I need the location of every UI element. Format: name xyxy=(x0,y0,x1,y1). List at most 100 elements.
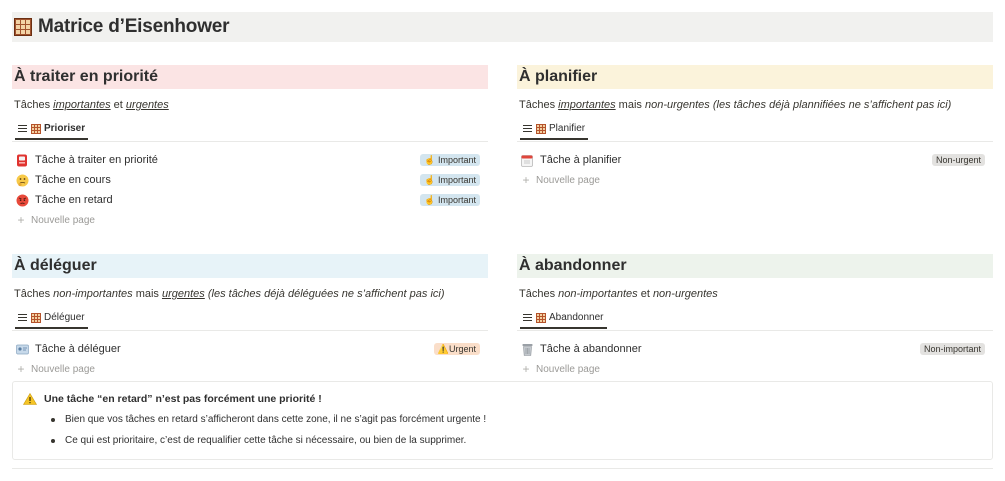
section-heading[interactable]: À abandonner xyxy=(519,257,627,275)
section-prioriser: À traiter en priorité Tâches importantes… xyxy=(12,65,488,230)
section-deleguer: À déléguer Tâches non-importantes mais u… xyxy=(12,254,488,379)
task-name: Tâche en retard xyxy=(35,194,113,206)
new-page-button[interactable]: + Nouvelle page xyxy=(517,359,993,379)
list-icon xyxy=(18,313,27,322)
desc-emphasis: urgentes xyxy=(125,99,169,111)
importance-badge: ☝ Important xyxy=(420,194,480,206)
thinking-face-icon xyxy=(15,173,29,187)
task-name: Tâche à abandonner xyxy=(540,343,642,355)
section-heading-bar: À traiter en priorité xyxy=(12,65,488,89)
tab-label: Planifier xyxy=(549,123,586,134)
desc-text: Tâches xyxy=(519,99,559,111)
section-description: Tâches non-importantes mais urgentes (le… xyxy=(12,288,488,302)
pager-icon xyxy=(15,153,29,167)
view-tabs: Déléguer xyxy=(12,308,488,331)
warning-callout: Une tâche “en retard” n’est pas forcémen… xyxy=(12,381,993,460)
plus-icon: + xyxy=(17,362,25,376)
section-heading-bar: À planifier xyxy=(517,65,993,89)
new-page-label: Nouvelle page xyxy=(536,174,600,186)
urgency-badge: ⚠️Urgent xyxy=(433,343,480,355)
tab-prioriser[interactable]: Prioriser xyxy=(15,119,89,140)
task-list: Tâche à déléguer ⚠️Urgent + Nouvelle pag… xyxy=(12,339,488,379)
desc-text: et xyxy=(637,288,653,300)
desc-emphasis: urgentes xyxy=(161,288,205,300)
list-item[interactable]: Tâche à traiter en priorité ☝ Important xyxy=(12,150,488,170)
desc-text: mais xyxy=(132,288,162,300)
desc-emphasis: (les tâches déjà déléguées ne s’affichen… xyxy=(204,288,445,300)
callout-bullet: Bien que vos tâches en retard s’afficher… xyxy=(51,414,486,425)
section-abandonner: À abandonner Tâches non-importantes et n… xyxy=(517,254,993,379)
tab-label: Prioriser xyxy=(44,123,86,134)
task-name: Tâche à planifier xyxy=(540,154,622,166)
view-tabs: Abandonner xyxy=(517,308,993,331)
plus-icon: + xyxy=(522,173,530,187)
new-page-button[interactable]: + Nouvelle page xyxy=(12,210,488,230)
importance-badge: Non-important xyxy=(919,343,985,355)
desc-emphasis: importantes xyxy=(558,99,616,111)
abacus-icon[interactable] xyxy=(14,18,32,36)
abacus-icon xyxy=(536,123,546,134)
divider xyxy=(12,468,993,469)
importance-badge: ☝ Important xyxy=(420,174,480,186)
id-card-icon xyxy=(15,342,29,356)
warning-icon xyxy=(23,393,37,405)
list-item[interactable]: Tâche en retard ☝ Important xyxy=(12,190,488,210)
new-page-label: Nouvelle page xyxy=(536,363,600,375)
desc-text: et xyxy=(110,99,126,111)
desc-emphasis: non-urgentes (les tâches déjà plannifiée… xyxy=(644,99,952,111)
plus-icon: + xyxy=(17,213,25,227)
desc-emphasis: importantes xyxy=(53,99,111,111)
section-description: Tâches non-importantes et non-urgentes xyxy=(517,288,993,302)
tab-deleguer[interactable]: Déléguer xyxy=(15,308,88,329)
section-heading[interactable]: À déléguer xyxy=(14,257,97,275)
new-page-button[interactable]: + Nouvelle page xyxy=(12,359,488,379)
task-list: Tâche à traiter en priorité ☝ Important … xyxy=(12,150,488,230)
angry-face-icon xyxy=(15,193,29,207)
list-item[interactable]: Tâche à planifier Non-urgent xyxy=(517,150,993,170)
new-page-button[interactable]: + Nouvelle page xyxy=(517,170,993,190)
abacus-icon xyxy=(31,312,41,323)
section-description: Tâches importantes et urgentes xyxy=(12,99,488,113)
view-tabs: Planifier xyxy=(517,119,993,142)
task-list: Tâche à planifier Non-urgent + Nouvelle … xyxy=(517,150,993,190)
section-heading[interactable]: À planifier xyxy=(519,68,597,86)
list-icon xyxy=(523,124,532,133)
importance-badge: ☝ Important xyxy=(420,154,480,166)
desc-emphasis: non-importantes xyxy=(558,288,638,300)
trash-can-icon xyxy=(520,342,534,356)
urgency-badge: Non-urgent xyxy=(931,154,985,166)
abacus-icon xyxy=(536,312,546,323)
desc-emphasis: non-urgentes xyxy=(652,288,718,300)
list-icon xyxy=(523,313,532,322)
page-title[interactable]: Matrice d’Eisenhower xyxy=(38,16,230,38)
tab-label: Déléguer xyxy=(44,312,85,323)
desc-text: Tâches xyxy=(519,288,559,300)
tab-label: Abandonner xyxy=(549,312,604,323)
section-heading-bar: À abandonner xyxy=(517,254,993,278)
page-title-bar: Matrice d’Eisenhower xyxy=(12,12,993,42)
calendar-icon xyxy=(520,153,534,167)
list-item[interactable]: Tâche à déléguer ⚠️Urgent xyxy=(12,339,488,359)
abacus-icon xyxy=(31,123,41,134)
plus-icon: + xyxy=(522,362,530,376)
tab-abandonner[interactable]: Abandonner xyxy=(520,308,607,329)
new-page-label: Nouvelle page xyxy=(31,214,95,226)
desc-text: mais xyxy=(615,99,645,111)
tab-planifier[interactable]: Planifier xyxy=(520,119,589,140)
desc-text: Tâches xyxy=(14,99,54,111)
bullet-text: Bien que vos tâches en retard s’afficher… xyxy=(65,414,487,425)
task-name: Tâche à traiter en priorité xyxy=(35,154,158,166)
list-icon xyxy=(18,124,27,133)
callout-title: Une tâche “en retard” n’est pas forcémen… xyxy=(23,393,322,405)
task-name: Tâche en cours xyxy=(35,174,111,186)
section-description: Tâches importantes mais non-urgentes (le… xyxy=(517,99,993,113)
section-planifier: À planifier Tâches importantes mais non-… xyxy=(517,65,993,190)
list-item[interactable]: Tâche en cours ☝ Important xyxy=(12,170,488,190)
task-name: Tâche à déléguer xyxy=(35,343,121,355)
task-list: Tâche à abandonner Non-important + Nouve… xyxy=(517,339,993,379)
new-page-label: Nouvelle page xyxy=(31,363,95,375)
section-heading[interactable]: À traiter en priorité xyxy=(14,68,158,86)
desc-emphasis: non-importantes xyxy=(53,288,133,300)
section-heading-bar: À déléguer xyxy=(12,254,488,278)
list-item[interactable]: Tâche à abandonner Non-important xyxy=(517,339,993,359)
